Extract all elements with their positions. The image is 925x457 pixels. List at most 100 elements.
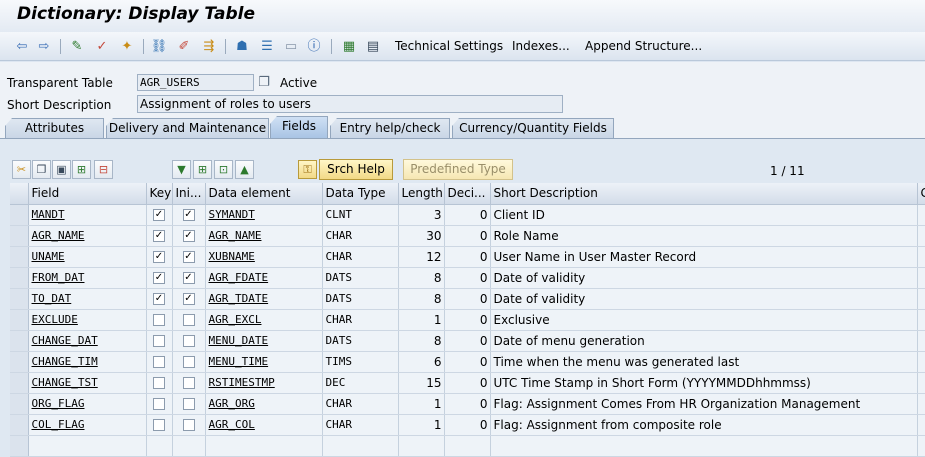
decimals-cell[interactable]: 0 bbox=[444, 372, 491, 394]
data-element[interactable]: MENU_TIME bbox=[209, 355, 269, 368]
decimals-cell[interactable]: 0 bbox=[444, 330, 491, 352]
decimals-cell[interactable]: 0 bbox=[444, 351, 491, 373]
short-description-cell[interactable]: Flag: Assignment from composite role bbox=[490, 414, 918, 436]
initial-cell[interactable]: ✓ bbox=[172, 204, 206, 226]
empty-cell[interactable] bbox=[28, 435, 147, 457]
data-type-cell[interactable]: TIMS bbox=[322, 351, 399, 373]
initial-cell[interactable] bbox=[172, 393, 206, 415]
initial-checkbox[interactable] bbox=[182, 419, 195, 431]
data-type-cell[interactable]: CHAR bbox=[322, 393, 399, 415]
data-type-cell[interactable]: CHAR bbox=[322, 225, 399, 247]
key-icon[interactable]: ⚿ bbox=[298, 160, 317, 179]
back-arrow-icon[interactable]: ⇦ bbox=[13, 37, 31, 55]
contents-icon[interactable]: ▦ bbox=[340, 37, 358, 55]
insert-row-icon[interactable]: ⊞ bbox=[72, 160, 91, 179]
field-name[interactable]: TO_DAT bbox=[32, 292, 72, 305]
row-selector[interactable] bbox=[10, 372, 29, 394]
data-element-cell[interactable]: AGR_NAME bbox=[205, 225, 323, 247]
key-checkbox[interactable]: ✓ bbox=[153, 230, 165, 242]
data-element[interactable]: RSTIMESTMP bbox=[209, 376, 275, 389]
data-element-cell[interactable]: AGR_FDATE bbox=[205, 267, 323, 289]
short-description-cell[interactable]: Date of validity bbox=[490, 288, 918, 310]
hierarchy-icon[interactable]: ☗ bbox=[233, 37, 251, 55]
data-type-cell[interactable]: CHAR bbox=[322, 246, 399, 268]
col-field[interactable]: Field bbox=[28, 183, 147, 205]
key-cell[interactable]: ✓ bbox=[146, 246, 173, 268]
table-row[interactable]: TO_DAT ✓ ✓ AGR_TDATE DATS 8 0 Date of validity bbox=[10, 288, 925, 310]
copy-row-icon[interactable]: ❐ bbox=[32, 160, 51, 179]
field-name-cell[interactable]: AGR_NAME bbox=[28, 225, 147, 247]
data-type-cell[interactable]: DEC bbox=[322, 372, 399, 394]
expand-icon[interactable]: ⊞ bbox=[193, 160, 212, 179]
decimals-cell[interactable]: 0 bbox=[444, 204, 491, 226]
key-cell[interactable] bbox=[146, 351, 173, 373]
field-name-cell[interactable]: CHANGE_TIM bbox=[28, 351, 147, 373]
key-cell[interactable] bbox=[146, 372, 173, 394]
row-selector[interactable] bbox=[10, 393, 29, 415]
field-name[interactable]: AGR_NAME bbox=[32, 229, 85, 242]
key-checkbox[interactable] bbox=[153, 377, 165, 389]
decimals-cell[interactable]: 0 bbox=[444, 414, 491, 436]
key-checkbox[interactable] bbox=[153, 335, 165, 347]
initial-cell[interactable] bbox=[172, 351, 206, 373]
object-list-icon[interactable]: ✐ bbox=[175, 37, 193, 55]
key-checkbox[interactable] bbox=[153, 419, 165, 431]
table-name-field[interactable]: AGR_USERS bbox=[137, 74, 254, 91]
initial-checkbox[interactable]: ✓ bbox=[182, 272, 195, 284]
technical-settings-button[interactable]: Technical Settings bbox=[395, 39, 503, 53]
data-element[interactable]: AGR_COL bbox=[209, 418, 255, 431]
col-data-element[interactable]: Data element bbox=[205, 183, 323, 205]
row-selector[interactable] bbox=[10, 225, 29, 247]
short-description-cell[interactable]: UTC Time Stamp in Short Form (YYYYMMDDhh… bbox=[490, 372, 918, 394]
length-cell[interactable]: 1 bbox=[398, 414, 445, 436]
key-cell[interactable]: ✓ bbox=[146, 225, 173, 247]
tab-attributes[interactable]: Attributes bbox=[5, 118, 104, 138]
data-element-cell[interactable]: RSTIMESTMP bbox=[205, 372, 323, 394]
indexes-button[interactable]: Indexes... bbox=[512, 39, 570, 53]
table-icon[interactable]: ▤ bbox=[364, 37, 382, 55]
key-cell[interactable] bbox=[146, 414, 173, 436]
length-cell[interactable]: 3 bbox=[398, 204, 445, 226]
decimals-cell[interactable]: 0 bbox=[444, 309, 491, 331]
short-description-cell[interactable]: Client ID bbox=[490, 204, 918, 226]
empty-cell[interactable] bbox=[205, 435, 323, 457]
key-cell[interactable]: ✓ bbox=[146, 267, 173, 289]
table-row[interactable]: UNAME ✓ ✓ XUBNAME CHAR 12 0 User Name in User M… bbox=[10, 246, 925, 268]
col-decimals[interactable]: Deci... bbox=[444, 183, 491, 205]
short-description-cell[interactable]: Flag: Assignment Comes From HR Organizat… bbox=[490, 393, 918, 415]
tab-delivery-maintenance[interactable]: Delivery and Maintenance bbox=[106, 118, 269, 138]
data-type-cell[interactable]: CHAR bbox=[322, 309, 399, 331]
data-type-cell[interactable]: CHAR bbox=[322, 414, 399, 436]
empty-cell[interactable] bbox=[444, 435, 491, 457]
data-element[interactable]: AGR_FDATE bbox=[209, 271, 269, 284]
col-short-description[interactable]: Short Description bbox=[490, 183, 918, 205]
decimals-cell[interactable]: 0 bbox=[444, 393, 491, 415]
row-selector[interactable] bbox=[10, 435, 29, 457]
empty-cell[interactable] bbox=[172, 435, 206, 457]
initial-checkbox[interactable]: ✓ bbox=[182, 251, 195, 263]
short-description-cell[interactable]: Date of menu generation bbox=[490, 330, 918, 352]
data-element-cell[interactable]: AGR_COL bbox=[205, 414, 323, 436]
table-row[interactable]: CHANGE_TIM MENU_TIME TIMS 6 0 Time when the m… bbox=[10, 351, 925, 373]
empty-cell[interactable] bbox=[322, 435, 399, 457]
length-cell[interactable]: 30 bbox=[398, 225, 445, 247]
initial-cell[interactable]: ✓ bbox=[172, 246, 206, 268]
table-row[interactable]: AGR_NAME ✓ ✓ AGR_NAME CHAR 30 0 Role Name bbox=[10, 225, 925, 247]
empty-cell[interactable] bbox=[490, 435, 918, 457]
field-name-cell[interactable]: EXCLUDE bbox=[28, 309, 147, 331]
data-element[interactable]: SYMANDT bbox=[209, 208, 255, 221]
data-element[interactable]: AGR_TDATE bbox=[209, 292, 269, 305]
key-cell[interactable]: ✓ bbox=[146, 204, 173, 226]
col-length[interactable]: Length bbox=[398, 183, 445, 205]
initial-checkbox[interactable] bbox=[182, 398, 195, 410]
key-checkbox[interactable]: ✓ bbox=[153, 251, 165, 263]
initial-cell[interactable] bbox=[172, 414, 206, 436]
key-checkbox[interactable] bbox=[153, 398, 165, 410]
table-row[interactable]: CHANGE_TST RSTIMESTMP DEC 15 0 UTC Time Stamp… bbox=[10, 372, 925, 394]
cut-icon[interactable]: ✂ bbox=[12, 160, 31, 179]
initial-checkbox[interactable] bbox=[182, 335, 195, 347]
field-name-cell[interactable]: UNAME bbox=[28, 246, 147, 268]
initial-checkbox[interactable] bbox=[182, 356, 195, 368]
row-selector[interactable] bbox=[10, 351, 29, 373]
copy-icon[interactable]: ❐ bbox=[255, 73, 273, 91]
